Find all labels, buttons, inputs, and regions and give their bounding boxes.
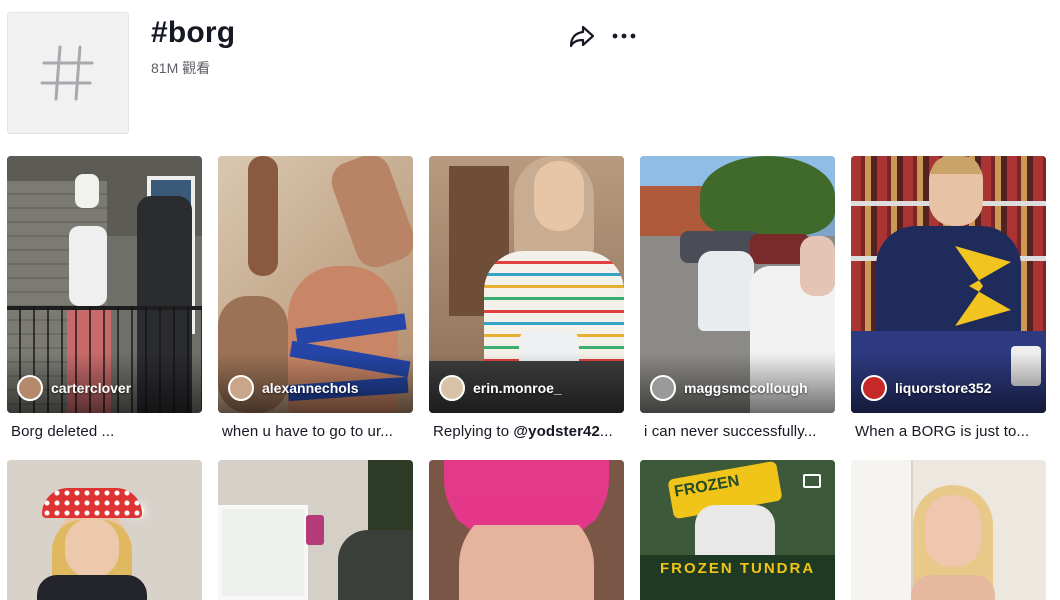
video-thumbnail[interactable]: liquorstore352 xyxy=(851,156,1046,413)
video-thumbnail[interactable]: erin.monroe_ xyxy=(429,156,624,413)
avatar xyxy=(17,375,43,401)
video-thumbnail[interactable]: carterclover xyxy=(7,156,202,413)
avatar xyxy=(861,375,887,401)
hashtag-thumbnail xyxy=(7,12,129,134)
author-username[interactable]: alexannechols xyxy=(262,380,359,396)
photo-icon xyxy=(803,474,821,488)
video-card[interactable]: alexannechols when u have to go to ur... xyxy=(218,156,413,440)
video-thumbnail[interactable] xyxy=(7,460,202,600)
video-card[interactable] xyxy=(218,460,413,600)
video-caption[interactable]: Replying to @yodster42... xyxy=(429,423,624,440)
more-options-button[interactable] xyxy=(610,23,638,49)
video-thumbnail[interactable] xyxy=(851,460,1046,600)
share-icon xyxy=(569,25,595,48)
video-caption[interactable]: i can never successfully... xyxy=(640,423,835,440)
video-thumbnail[interactable]: FROZEN FROZEN TUNDRA xyxy=(640,460,835,600)
video-card[interactable] xyxy=(7,460,202,600)
video-caption[interactable]: when u have to go to ur... xyxy=(218,423,413,440)
page-title: #borg xyxy=(151,16,236,49)
caption-mention[interactable]: @yodster42 xyxy=(513,423,600,440)
avatar xyxy=(439,375,465,401)
video-caption[interactable]: Borg deleted ... xyxy=(7,423,202,440)
video-caption[interactable]: When a BORG is just to... xyxy=(851,423,1046,440)
video-card[interactable]: carterclover Borg deleted ... xyxy=(7,156,202,440)
video-thumbnail[interactable] xyxy=(429,460,624,600)
video-grid: carterclover Borg deleted ... alexannech… xyxy=(7,156,1049,600)
avatar xyxy=(228,375,254,401)
author-username[interactable]: carterclover xyxy=(51,380,131,396)
video-card[interactable] xyxy=(851,460,1046,600)
video-thumbnail[interactable]: alexannechols xyxy=(218,156,413,413)
video-card[interactable]: maggsmccollough i can never successfully… xyxy=(640,156,835,440)
thumbnail-text: FROZEN TUNDRA xyxy=(660,560,816,577)
video-card[interactable]: liquorstore352 When a BORG is just to... xyxy=(851,156,1046,440)
author-username[interactable]: erin.monroe_ xyxy=(473,380,562,396)
view-count: 81M 觀看 xyxy=(151,60,211,76)
avatar xyxy=(650,375,676,401)
hashtag-icon xyxy=(40,45,94,101)
video-thumbnail[interactable] xyxy=(218,460,413,600)
author-username[interactable]: liquorstore352 xyxy=(895,380,991,396)
video-card[interactable]: erin.monroe_ Replying to @yodster42... xyxy=(429,156,624,440)
share-button[interactable] xyxy=(568,23,596,49)
video-card[interactable]: FROZEN FROZEN TUNDRA xyxy=(640,460,835,600)
video-thumbnail[interactable]: maggsmccollough xyxy=(640,156,835,413)
author-username[interactable]: maggsmccollough xyxy=(684,380,808,396)
video-card[interactable] xyxy=(429,460,624,600)
more-dots-icon xyxy=(612,33,636,39)
